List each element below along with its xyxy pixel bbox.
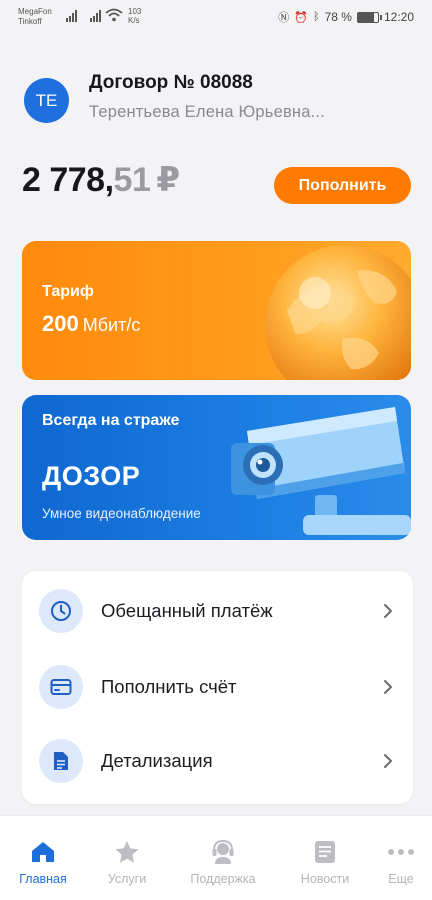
menu-item-topup-account[interactable]: Пополнить счёт <box>22 651 413 723</box>
nav-tab-services[interactable]: Услуги <box>94 816 160 900</box>
wifi-icon <box>105 8 123 22</box>
carrier-names: MegaFon Tinkoff <box>18 7 52 27</box>
bottom-navigation: Главная Услуги Поддержка Новости Еще <box>0 815 432 900</box>
tariff-speed: 200 Мбит/с <box>42 311 140 337</box>
news-icon <box>314 838 336 866</box>
card-icon <box>39 665 83 709</box>
status-icons: Ⓝ ⏰ ᛒ 78 % 12:20 <box>278 9 414 25</box>
battery-level <box>357 12 374 22</box>
carrier-1: MegaFon <box>18 7 52 16</box>
security-camera-icon <box>231 407 411 535</box>
nav-tab-news[interactable]: Новости <box>290 816 360 900</box>
network-speed-unit: K/s <box>128 16 140 25</box>
nav-label: Поддержка <box>190 872 256 886</box>
nav-label: Главная <box>19 872 67 886</box>
dozor-subtitle: Умное видеонаблюдение <box>42 506 201 521</box>
nfc-icon: Ⓝ <box>278 12 290 24</box>
headset-icon <box>210 838 236 866</box>
star-icon <box>114 838 140 866</box>
nav-label: Еще <box>388 872 414 886</box>
contract-holder-name: Терентьева Елена Юрьевна... <box>89 103 325 121</box>
dozor-pretitle: Всегда на страже <box>42 412 180 429</box>
nav-label: Услуги <box>107 872 147 886</box>
network-speed-value: 103 <box>128 7 142 16</box>
tariff-speed-unit: Мбит/с <box>82 315 141 335</box>
bluetooth-icon: ᛒ <box>313 11 320 23</box>
menu-item-promised-payment[interactable]: Обещанный платёж <box>22 575 413 647</box>
balance-amount: 2 778,51 ₽ <box>22 160 180 200</box>
chevron-right-icon <box>384 754 392 768</box>
battery-icon <box>356 11 382 23</box>
balance-integer: 2 778, <box>22 161 114 199</box>
clock-icon <box>39 589 83 633</box>
carrier-2: Tinkoff <box>18 17 42 26</box>
nav-tab-support[interactable]: Поддержка <box>178 816 268 900</box>
dozor-banner[interactable]: Всегда на страже ДОЗОР Умное видеонаблюд… <box>22 395 411 540</box>
clock-time: 12:20 <box>383 10 414 24</box>
nav-tab-home[interactable]: Главная <box>10 816 76 900</box>
tariff-speed-value: 200 <box>42 311 79 336</box>
tariff-banner[interactable]: Тариф 200 Мбит/с <box>22 241 411 380</box>
menu-item-label: Обещанный платёж <box>101 600 273 621</box>
chevron-right-icon <box>384 604 392 618</box>
quick-actions-card: Обещанный платёж Пополнить счёт Детализа… <box>22 571 413 804</box>
topup-button[interactable]: Пополнить <box>274 167 411 204</box>
signal-icon <box>90 10 101 22</box>
document-icon <box>39 739 83 783</box>
nav-tab-more[interactable]: Еще <box>372 816 430 900</box>
menu-item-label: Детализация <box>101 750 213 771</box>
balance-fraction: 51 <box>113 161 151 199</box>
currency-symbol: ₽ <box>156 161 180 199</box>
status-bar: MegaFon Tinkoff 103 K/s Ⓝ ⏰ ᛒ 78 % 12:20 <box>0 0 432 36</box>
battery-percent: 78 % <box>324 10 352 24</box>
contract-title[interactable]: Договор № 08088 <box>89 72 253 94</box>
more-icon <box>387 838 415 866</box>
menu-item-details[interactable]: Детализация <box>22 725 413 797</box>
signal-icon <box>66 10 77 22</box>
alarm-icon: ⏰ <box>294 11 308 24</box>
globe-icon <box>265 245 411 380</box>
network-speed: 103 K/s <box>128 7 141 25</box>
chevron-right-icon <box>384 680 392 694</box>
home-icon <box>30 838 56 866</box>
nav-label: Новости <box>300 872 350 886</box>
menu-item-label: Пополнить счёт <box>101 676 237 697</box>
dozor-title: ДОЗОР <box>42 461 141 491</box>
tariff-label: Тариф <box>42 283 94 300</box>
avatar[interactable]: ТЕ <box>24 78 69 123</box>
